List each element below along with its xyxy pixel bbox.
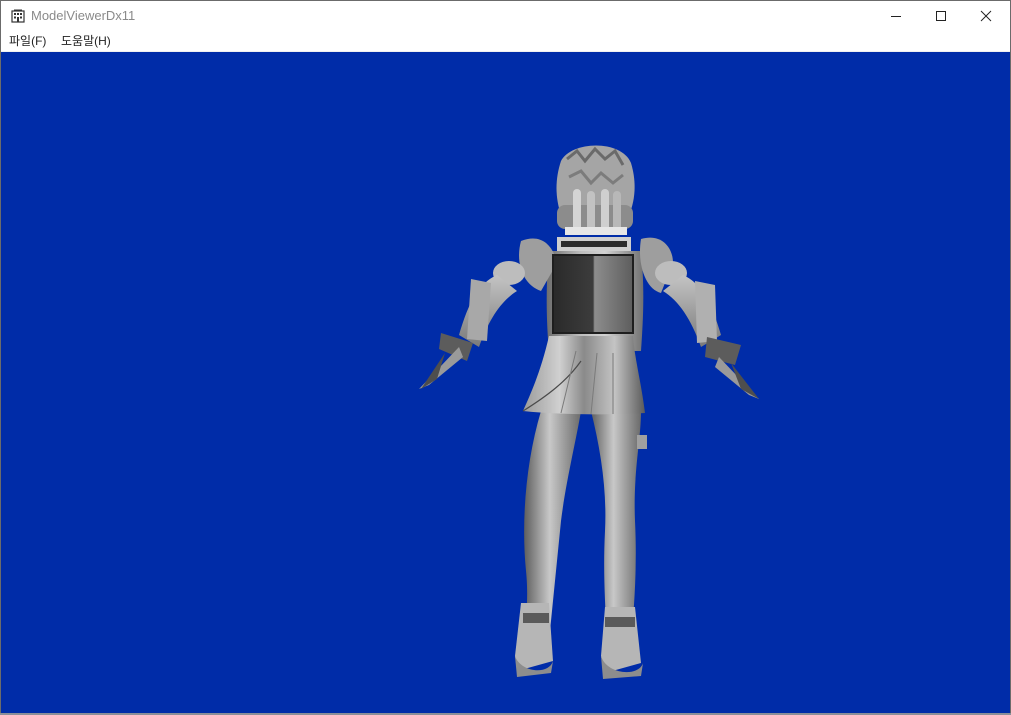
title-bar[interactable]: ModelViewerDx11 <box>1 1 1010 31</box>
building-icon <box>11 9 25 23</box>
3d-model <box>419 145 759 679</box>
close-icon <box>980 10 992 22</box>
maximize-icon <box>936 11 946 21</box>
app-window: ModelViewerDx11 파일(F) 도움말(H) <box>0 0 1011 715</box>
close-button[interactable] <box>963 1 1009 31</box>
maximize-button[interactable] <box>918 1 964 31</box>
menu-help[interactable]: 도움말(H) <box>59 33 113 49</box>
minimize-icon <box>891 16 901 17</box>
menu-file[interactable]: 파일(F) <box>7 33 48 49</box>
render-viewport[interactable] <box>1 52 1010 714</box>
window-title: ModelViewerDx11 <box>31 8 136 23</box>
minimize-button[interactable] <box>873 1 919 31</box>
menu-bar: 파일(F) 도움말(H) <box>1 31 1010 52</box>
